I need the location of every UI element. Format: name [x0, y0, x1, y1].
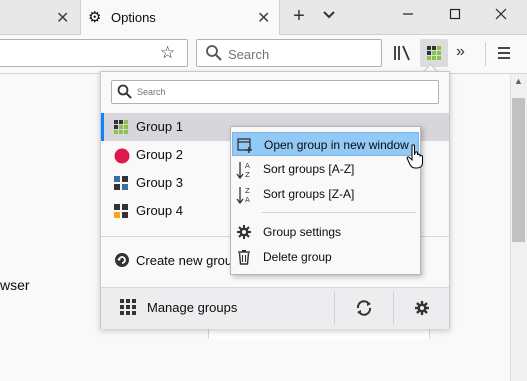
- sort-za-icon: ZA: [236, 186, 252, 205]
- manage-groups-label: Manage groups: [147, 300, 238, 315]
- svg-text:Z: Z: [245, 171, 250, 179]
- close-tab-icon[interactable]: ✕: [56, 8, 69, 28]
- manage-groups-button[interactable]: Manage groups: [101, 288, 333, 328]
- svg-text:Z: Z: [245, 187, 250, 195]
- menu-item-sort-za[interactable]: ZA Sort groups [Z-A]: [232, 182, 419, 206]
- new-group-icon: [114, 252, 130, 271]
- red-dot-icon: [114, 148, 130, 164]
- selection-indicator: [101, 113, 104, 141]
- menu-item-label: Sort groups [Z-A]: [263, 187, 355, 201]
- footer-divider: [393, 292, 394, 324]
- menu-item-sort-az[interactable]: AZ Sort groups [A-Z]: [232, 157, 419, 181]
- menu-item-label: Delete group: [263, 250, 332, 264]
- svg-text:A: A: [245, 196, 250, 204]
- gear-icon[interactable]: [408, 296, 436, 320]
- search-input[interactable]: Search: [196, 39, 382, 67]
- tab-previous[interactable]: ✕: [0, 0, 80, 34]
- grid-green-icon: [114, 120, 129, 135]
- new-tab-button[interactable]: +: [288, 4, 310, 28]
- group-label: Group 2: [136, 147, 183, 162]
- toolbar-divider: [485, 42, 486, 66]
- group-label: Group 3: [136, 175, 183, 190]
- search-icon: [205, 44, 223, 65]
- grid-icon: [120, 299, 136, 318]
- trash-icon: [236, 249, 252, 265]
- scrollbar-thumb[interactable]: [512, 98, 525, 242]
- hamburger-menu-icon[interactable]: [494, 43, 514, 63]
- page-text: wser: [0, 277, 30, 293]
- bookmark-star-icon[interactable]: ☆: [160, 43, 175, 63]
- menu-item-label: Group settings: [263, 225, 342, 239]
- panel-search-placeholder: Search: [137, 87, 166, 97]
- refresh-icon[interactable]: [350, 296, 378, 320]
- tab-options[interactable]: ⚙ Options ✕: [80, 0, 280, 35]
- close-window-button[interactable]: [487, 4, 515, 28]
- close-tab-icon[interactable]: ✕: [257, 8, 270, 28]
- menu-item-label: Open group in new window: [264, 138, 409, 152]
- menu-item-group-settings[interactable]: Group settings: [232, 220, 419, 244]
- menu-item-delete-group[interactable]: Delete group: [232, 245, 419, 269]
- tab-title: Options: [111, 10, 156, 25]
- tab-list-button[interactable]: [319, 6, 339, 26]
- panel-search-input[interactable]: Search: [111, 80, 439, 104]
- overflow-chevron-icon[interactable]: »: [456, 43, 465, 61]
- library-icon[interactable]: [392, 43, 412, 63]
- new-window-icon: [237, 137, 253, 153]
- menu-item-label: Sort groups [A-Z]: [263, 162, 355, 176]
- sort-az-icon: AZ: [236, 161, 252, 180]
- create-group-label: Create new group: [136, 253, 240, 268]
- group-label: Group 4: [136, 203, 183, 218]
- tab-groups-button[interactable]: [420, 39, 448, 67]
- grid-blue-icon: [114, 176, 129, 191]
- gear-icon: [236, 224, 252, 240]
- grid-orange-icon: [114, 204, 129, 219]
- menu-separator: [262, 212, 416, 213]
- search-icon: [117, 84, 133, 103]
- minimize-button[interactable]: [394, 4, 422, 28]
- svg-text:A: A: [245, 162, 250, 170]
- menu-item-open-in-new-window[interactable]: Open group in new window: [232, 132, 419, 156]
- gear-icon: ⚙: [88, 9, 102, 26]
- maximize-button[interactable]: [441, 4, 469, 28]
- scroll-up-arrow-icon[interactable]: ▲: [510, 76, 527, 92]
- hand-cursor-icon: [406, 144, 426, 170]
- search-placeholder: Search: [228, 47, 270, 62]
- group-label: Group 1: [136, 119, 183, 134]
- footer-divider: [334, 292, 335, 324]
